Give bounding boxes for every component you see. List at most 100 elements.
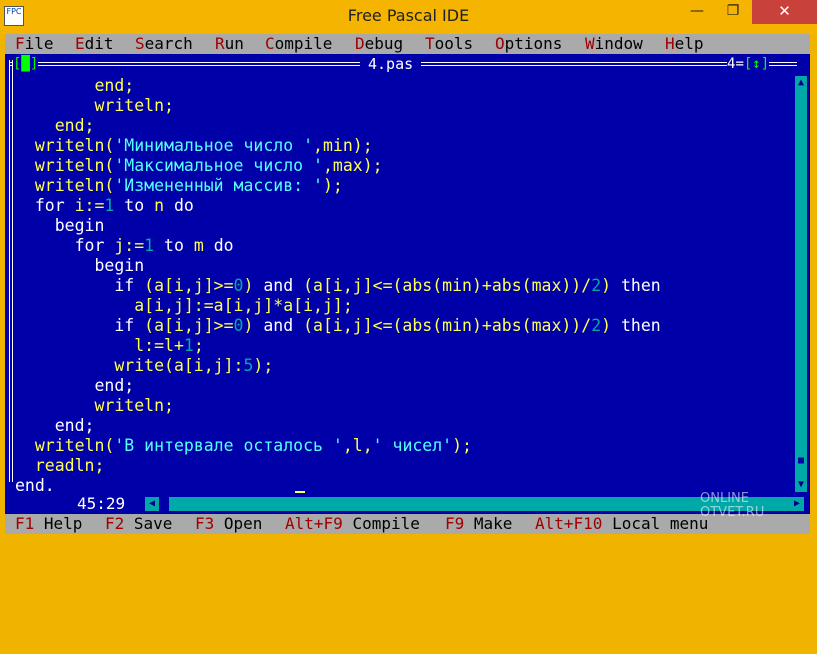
vertical-scrollbar[interactable] (795, 76, 807, 492)
code-token: writeln( (15, 156, 115, 175)
code-token: begin (15, 216, 105, 235)
code-token: write(a[i,j]: (15, 356, 244, 375)
code-token: do (203, 236, 234, 255)
menu-search[interactable]: Search (135, 34, 193, 54)
editor-close-box[interactable]: [█] (13, 54, 39, 74)
code-token: 'Максимальное число ' (114, 156, 323, 175)
code-line[interactable]: l:=l+1; (15, 336, 661, 356)
status-local-menu[interactable]: Alt+F10 Local menu (535, 514, 708, 534)
code-token: ' чисел' (372, 436, 453, 455)
status-compile[interactable]: Alt+F9 Compile (285, 514, 420, 534)
menu-edit[interactable]: Edit (75, 34, 114, 54)
code-token: 1 (144, 236, 155, 255)
code-token: j:= (114, 236, 145, 255)
menu-file[interactable]: File (15, 34, 54, 54)
code-token: 'Измененный массив: ' (114, 176, 323, 195)
code-line[interactable]: end; (15, 416, 661, 436)
vertical-scroll-thumb[interactable]: ■ (795, 454, 807, 468)
code-token: then (611, 276, 661, 295)
code-editor-text[interactable]: end; writeln; end; writeln('Минимальное … (15, 76, 661, 496)
code-token: writeln( (15, 176, 115, 195)
code-token: end; (15, 416, 95, 435)
code-token: m (193, 236, 204, 255)
code-line[interactable]: end. (15, 476, 661, 496)
code-token: 'Минимальное число ' (114, 136, 314, 155)
code-token: writeln; (15, 96, 174, 115)
code-token: l:=l+ (15, 336, 184, 355)
code-token: readln; (15, 456, 105, 475)
code-token: 2 (591, 316, 602, 335)
menu-options[interactable]: Options (495, 34, 562, 54)
code-token: 0 (233, 316, 244, 335)
code-token: ; (193, 336, 204, 355)
menu-compile[interactable]: Compile (265, 34, 332, 54)
menu-run[interactable]: Run (215, 34, 244, 54)
code-token: writeln; (15, 396, 174, 415)
window-title-bar[interactable]: FPC Free Pascal IDE — ❐ ✕ (0, 0, 817, 34)
status-bar: F1 Help F2 Save F3 Open Alt+F9 Compile F… (5, 514, 810, 534)
minimize-button[interactable]: — (680, 0, 714, 24)
code-token: 2 (591, 276, 602, 295)
code-line[interactable]: a[i,j]:=a[i,j]*a[i,j]; (15, 296, 661, 316)
code-token: 1 (104, 196, 115, 215)
status-make[interactable]: F9 Make (445, 514, 512, 534)
code-token: end. (15, 476, 55, 495)
code-token: ,max); (322, 156, 383, 175)
code-line[interactable]: if (a[i,j]>=0) and (a[i,j]<=(abs(min)+ab… (15, 276, 661, 296)
editor-window[interactable]: [█] 4.pas 4=[↕] ▲ ■ ▼ end; writeln; end;… (5, 54, 810, 514)
code-token: then (611, 316, 661, 335)
code-token: 'В интервале осталось ' (114, 436, 343, 455)
code-token: 5 (243, 356, 254, 375)
editor-file-title: 4.pas (360, 54, 422, 74)
horizontal-scrollbar[interactable] (145, 497, 790, 511)
code-token: for (15, 236, 115, 255)
code-line[interactable]: writeln; (15, 396, 661, 416)
code-line[interactable]: writeln('Максимальное число ',max); (15, 156, 661, 176)
code-token: (a[i,j]<=(abs(min)+abs(max))/ (303, 316, 592, 335)
scroll-down-arrow-icon[interactable]: ▼ (795, 478, 807, 492)
scroll-up-arrow-icon[interactable]: ▲ (795, 76, 807, 90)
menu-tools[interactable]: Tools (425, 34, 473, 54)
close-button[interactable]: ✕ (752, 0, 817, 24)
menu-window[interactable]: Window (585, 34, 643, 54)
status-open[interactable]: F3 Open (195, 514, 262, 534)
cursor-position: 45:29 (77, 494, 126, 513)
text-cursor (295, 491, 305, 493)
code-line[interactable]: readln; (15, 456, 661, 476)
code-token: and (253, 316, 304, 335)
code-line[interactable]: end; (15, 376, 661, 396)
code-line[interactable]: writeln('Измененный массив: '); (15, 176, 661, 196)
code-token: ); (452, 436, 472, 455)
code-token: if (15, 276, 145, 295)
code-token: end; (15, 116, 95, 135)
code-token: 0 (233, 276, 244, 295)
window-number-and-zoom[interactable]: 4=[↕] (727, 54, 770, 74)
code-line[interactable]: write(a[i,j]:5); (15, 356, 661, 376)
code-token: end; (15, 376, 135, 395)
zoom-icon[interactable]: [↕] (744, 56, 769, 72)
menu-debug[interactable]: Debug (355, 34, 403, 54)
code-line[interactable]: writeln('Минимальное число ',min); (15, 136, 661, 156)
status-help[interactable]: F1 Help (15, 514, 82, 534)
code-line[interactable]: for i:=1 to n do (15, 196, 661, 216)
code-line[interactable]: for j:=1 to m do (15, 236, 661, 256)
horizontal-scroll-thumb[interactable] (159, 497, 169, 511)
code-token: ) (601, 276, 612, 295)
code-token: (a[i,j]>= (144, 316, 234, 335)
code-line[interactable]: end; (15, 116, 661, 136)
code-line[interactable]: end; (15, 76, 661, 96)
status-save[interactable]: F2 Save (105, 514, 172, 534)
menu-help[interactable]: Help (665, 34, 704, 54)
code-line[interactable]: begin (15, 256, 661, 276)
code-line[interactable]: begin (15, 216, 661, 236)
code-token: to (114, 196, 155, 215)
code-token: do (164, 196, 194, 215)
code-token: ) (601, 316, 612, 335)
code-line[interactable]: if (a[i,j]>=0) and (a[i,j]<=(abs(min)+ab… (15, 316, 661, 336)
scroll-left-arrow-icon[interactable]: ◀ (145, 497, 159, 511)
maximize-button[interactable]: ❐ (716, 0, 750, 24)
code-line[interactable]: writeln; (15, 96, 661, 116)
code-token: end; (15, 76, 135, 95)
code-token: for (15, 196, 75, 215)
code-line[interactable]: writeln('В интервале осталось ',l,' чисе… (15, 436, 661, 456)
